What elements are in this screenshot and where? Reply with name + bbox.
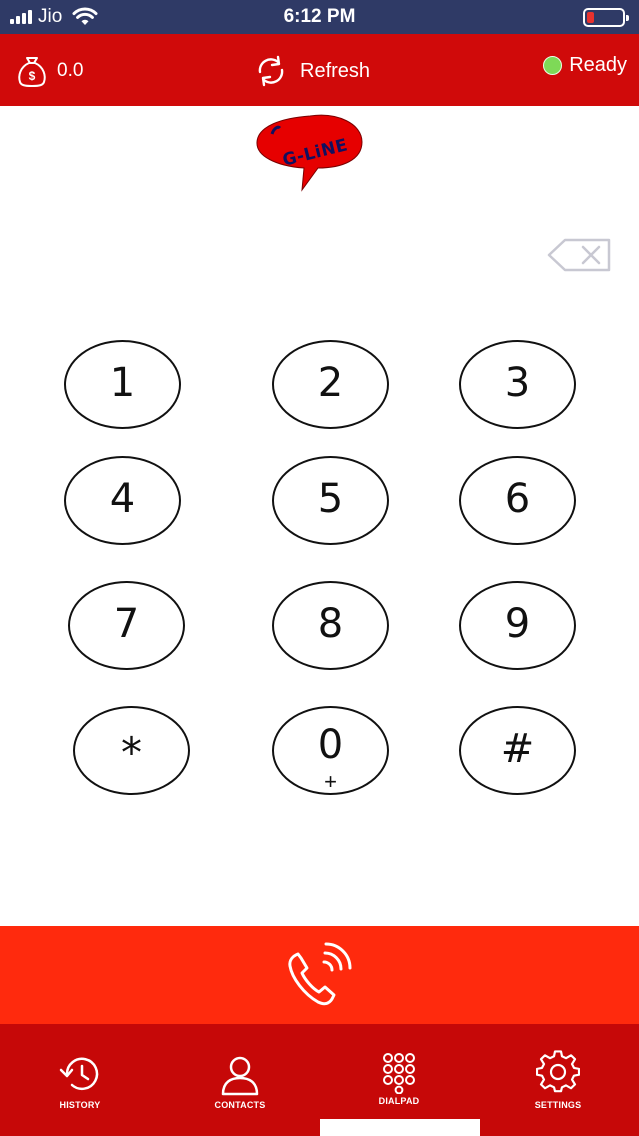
clock: 6:12 PM <box>283 6 356 27</box>
key-digit: 5 <box>317 476 344 522</box>
key-digit: 0 <box>317 722 344 768</box>
backspace-button[interactable] <box>547 238 611 272</box>
money-bag-icon: $ <box>18 57 46 87</box>
home-indicator <box>320 1119 480 1136</box>
phone-ringing-icon <box>288 942 352 1006</box>
nav-item-settings[interactable]: SETTINGS <box>478 1024 638 1136</box>
key-digit: 1 <box>109 360 136 406</box>
key-5[interactable]: 5 <box>272 456 389 545</box>
svg-text:$: $ <box>29 69 36 83</box>
key-3[interactable]: 3 <box>459 340 576 429</box>
key-8[interactable]: 8 <box>272 581 389 670</box>
nav-item-history[interactable]: HISTORY <box>0 1024 160 1136</box>
dialpad-icon <box>383 1053 415 1094</box>
balance: $ 0.0 <box>16 54 83 88</box>
refresh-icon <box>258 55 284 87</box>
key-9[interactable]: 9 <box>459 581 576 670</box>
key-6[interactable]: 6 <box>459 456 576 545</box>
battery-icon <box>583 8 629 27</box>
status-bar: Jio 6:12 PM <box>0 0 639 34</box>
key-2[interactable]: 2 <box>272 340 389 429</box>
nav-label: DIALPAD <box>378 1096 420 1106</box>
history-icon <box>59 1057 99 1090</box>
call-button[interactable] <box>0 926 639 1024</box>
refresh-label: Refresh <box>300 59 371 82</box>
balance-value: 0.0 <box>57 60 84 81</box>
connection-status: Ready <box>543 54 627 77</box>
key-hash[interactable]: # <box>459 706 576 795</box>
key-sub-label: + <box>324 769 337 794</box>
app-logo: G-LiNE <box>254 110 366 192</box>
key-4[interactable]: 4 <box>64 456 181 545</box>
key-digit: # <box>500 726 535 772</box>
key-1[interactable]: 1 <box>64 340 181 429</box>
backspace-icon <box>547 238 611 272</box>
key-digit: 4 <box>109 476 136 522</box>
app-header: $ 0.0 Refresh Ready <box>0 34 639 106</box>
key-digit: 7 <box>113 601 140 647</box>
key-digit: 8 <box>317 601 344 647</box>
key-digit: 3 <box>504 360 531 406</box>
key-digit: * <box>121 728 142 777</box>
battery-level <box>587 12 594 23</box>
nav-item-contacts[interactable]: CONTACTS <box>160 1024 320 1136</box>
gear-icon <box>536 1050 580 1093</box>
key-0[interactable]: 0 + <box>272 706 389 795</box>
key-digit: 2 <box>317 360 344 406</box>
nav-label: HISTORY <box>59 1100 101 1110</box>
key-7[interactable]: 7 <box>68 581 185 670</box>
nav-label: CONTACTS <box>214 1100 266 1110</box>
status-label: Ready <box>569 54 627 76</box>
key-digit: 9 <box>504 601 531 647</box>
refresh-button[interactable]: Refresh <box>254 54 370 88</box>
key-digit: 6 <box>504 476 531 522</box>
status-dot-icon <box>543 56 563 75</box>
nav-label: SETTINGS <box>534 1100 582 1110</box>
contacts-icon <box>221 1056 259 1096</box>
key-star[interactable]: * <box>73 706 190 795</box>
